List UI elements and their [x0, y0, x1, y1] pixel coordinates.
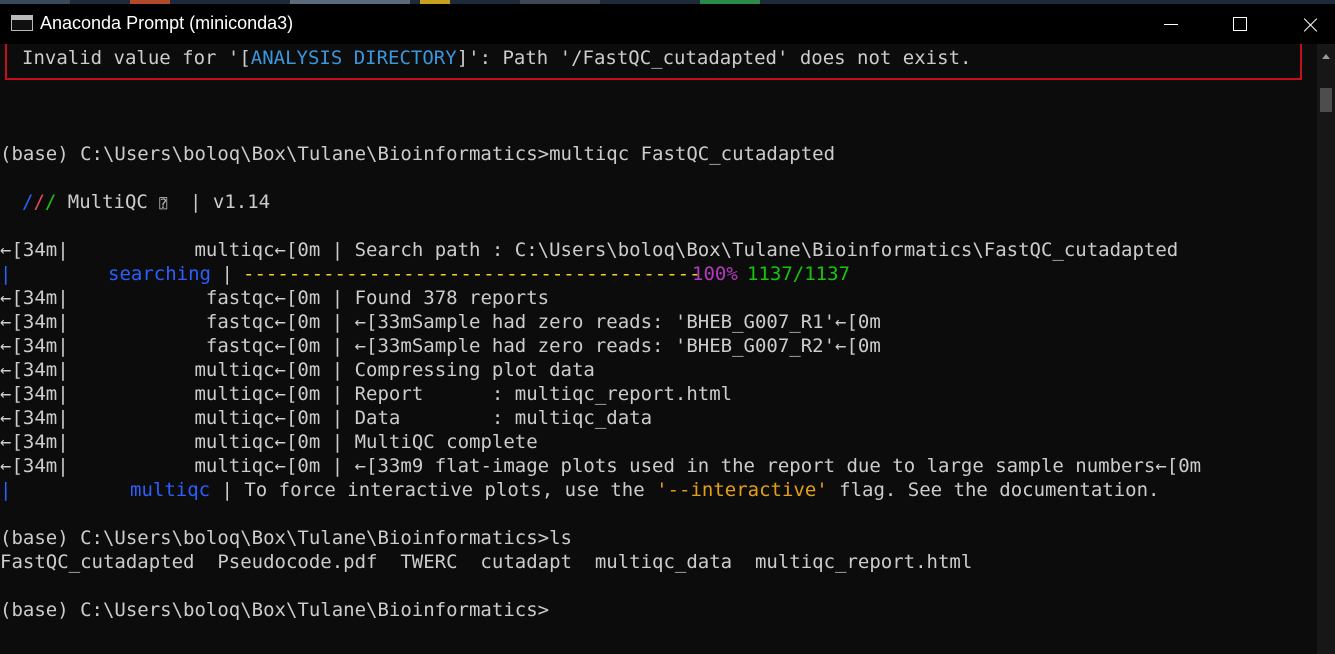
prompt-text: (base) C:\Users\boloq\Box\Tulane\Bioinfo…	[0, 143, 550, 165]
scroll-up-arrow-icon[interactable]	[1322, 54, 1330, 59]
error-highlight: ANALYSIS DIRECTORY	[250, 47, 457, 69]
progress-bar: ----------------------------------------	[243, 263, 701, 285]
log-line: ←[34m| multiqc←[0m | Search path : C:\Us…	[0, 239, 1179, 261]
close-button[interactable]	[1287, 4, 1333, 44]
maximize-button[interactable]	[1216, 4, 1262, 44]
prompt-text: (base) C:\Users\boloq\Box\Tulane\Bioinfo…	[0, 599, 550, 621]
log-line: ←[34m| fastqc←[0m | ←[33mSample had zero…	[0, 335, 881, 357]
log-line: ←[34m| multiqc←[0m | MultiQC complete	[0, 431, 538, 453]
title-bar[interactable]: Anaconda Prompt (miniconda3)	[0, 4, 1335, 44]
interactive-hint: | multiqc | To force interactive plots, u…	[0, 479, 1160, 501]
progress-count: 1137/1137	[747, 263, 850, 285]
window-title: Anaconda Prompt (miniconda3)	[40, 13, 294, 33]
prompt-line[interactable]: (base) C:\Users\boloq\Box\Tulane\Bioinfo…	[0, 598, 549, 622]
console-output[interactable]: Invalid value for '[ANALYSIS DIRECTORY]'…	[0, 44, 1317, 654]
log-line: ←[34m| multiqc←[0m | ←[33m9 flat-image p…	[0, 455, 1202, 477]
prompt-line: (base) C:\Users\boloq\Box\Tulane\Bioinfo…	[0, 526, 572, 550]
minimize-button[interactable]	[1147, 4, 1193, 44]
vertical-scrollbar[interactable]	[1317, 44, 1335, 654]
scroll-thumb[interactable]	[1320, 88, 1332, 112]
multiqc-banner: /// MultiQC ⍰ | v1.14	[22, 191, 271, 213]
log-line: ←[34m| multiqc←[0m | Data : multiqc_data	[0, 407, 653, 429]
log-line: ←[34m| fastqc←[0m | ←[33mSample had zero…	[0, 311, 881, 333]
log-line: ←[34m| multiqc←[0m | Report : multiqc_re…	[0, 383, 733, 405]
searching-progress: | searching | ---------------------------…	[0, 263, 850, 285]
error-message: Invalid value for '[ANALYSIS DIRECTORY]'…	[22, 47, 972, 69]
log-line: ←[34m| multiqc←[0m | Compressing plot da…	[0, 359, 595, 381]
unknown-glyph-icon: ⍰	[159, 197, 168, 212]
progress-percent: 100%	[692, 263, 738, 285]
prompt-line: (base) C:\Users\boloq\Box\Tulane\Bioinfo…	[0, 142, 835, 166]
command-text: multiqc FastQC_cutadapted	[549, 143, 836, 165]
interactive-flag: '--interactive'	[656, 479, 828, 501]
prompt-text: (base) C:\Users\boloq\Box\Tulane\Bioinfo…	[0, 527, 550, 549]
searching-label: searching	[108, 263, 211, 285]
ls-output: FastQC_cutadapted Pseudocode.pdf TWERC c…	[0, 551, 973, 573]
terminal-icon	[11, 15, 33, 31]
log-line: ←[34m| fastqc←[0m | Found 378 reports	[0, 287, 550, 309]
command-text: ls	[549, 527, 572, 549]
